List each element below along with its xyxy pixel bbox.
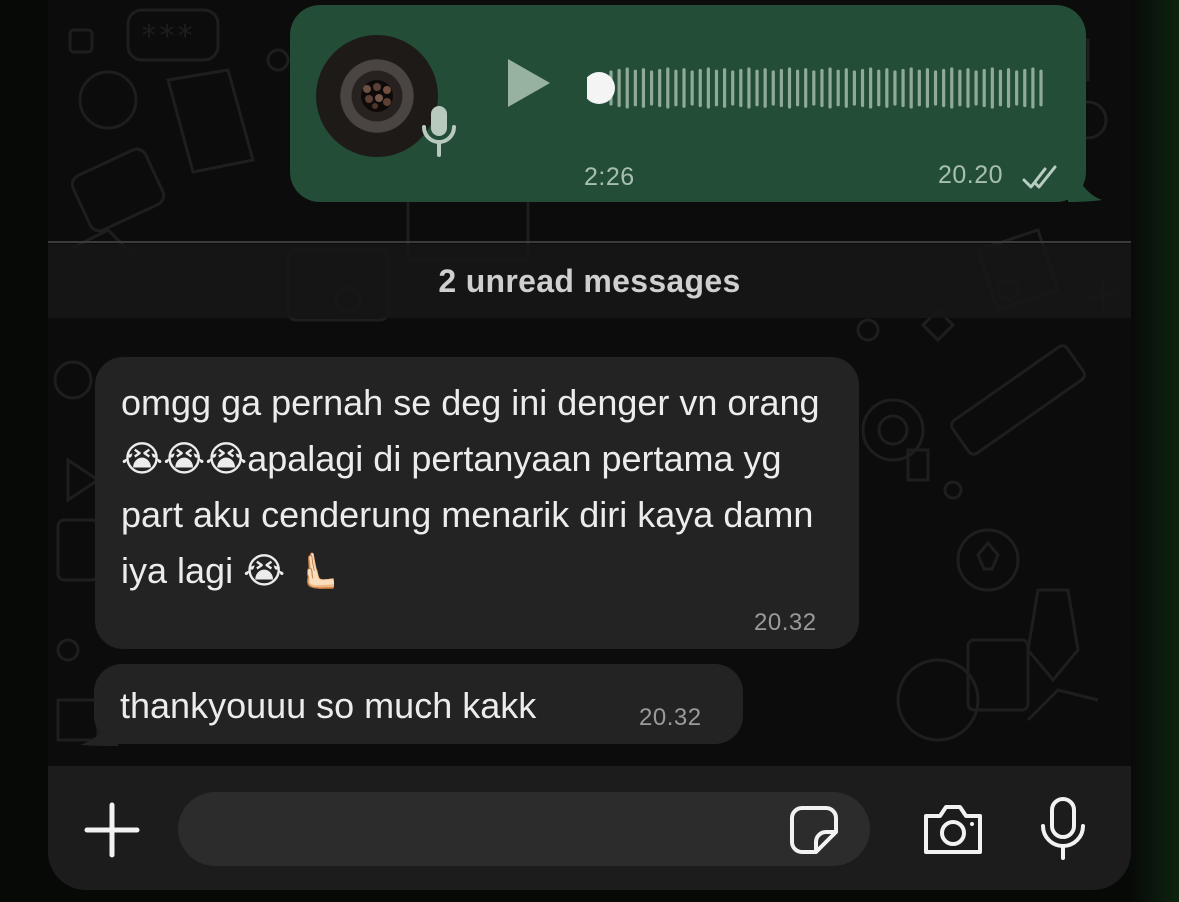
voice-duration: 2:26	[584, 163, 635, 191]
unread-messages-label: 2 unread messages	[438, 263, 741, 299]
message-composer	[48, 766, 1131, 890]
chat-screen: *** 2:26 20.20 2 unread messages omgg ga…	[48, 0, 1131, 890]
waveform[interactable]	[587, 60, 1047, 116]
message-text: thankyouuu so much kakk	[120, 685, 537, 726]
incoming-message[interactable]: thankyouuu so much kakk 20.32	[94, 664, 743, 744]
avatar-photo-detail	[363, 83, 391, 109]
divider	[48, 241, 1131, 243]
svg-text:***: ***	[140, 19, 194, 54]
mic-icon[interactable]	[1038, 796, 1088, 862]
play-icon[interactable]	[504, 55, 554, 111]
message-input[interactable]	[178, 792, 870, 866]
double-check-icon	[1022, 165, 1057, 189]
message-text: omgg ga pernah se deg ini denger vn oran…	[121, 382, 820, 591]
message-time: 20.20	[938, 161, 1004, 189]
plus-icon[interactable]	[84, 802, 140, 858]
mic-icon	[422, 106, 456, 157]
outgoing-voice-message[interactable]: 2:26 20.20	[290, 5, 1086, 202]
camera-icon[interactable]	[920, 802, 986, 858]
message-time: 20.32	[754, 609, 817, 636]
screen-edge	[1129, 0, 1179, 902]
sticker-icon[interactable]	[788, 804, 840, 856]
outgoing-bubble-tail	[1068, 150, 1102, 202]
message-time: 20.32	[639, 704, 702, 731]
incoming-message[interactable]: omgg ga pernah se deg ini denger vn oran…	[95, 357, 859, 649]
